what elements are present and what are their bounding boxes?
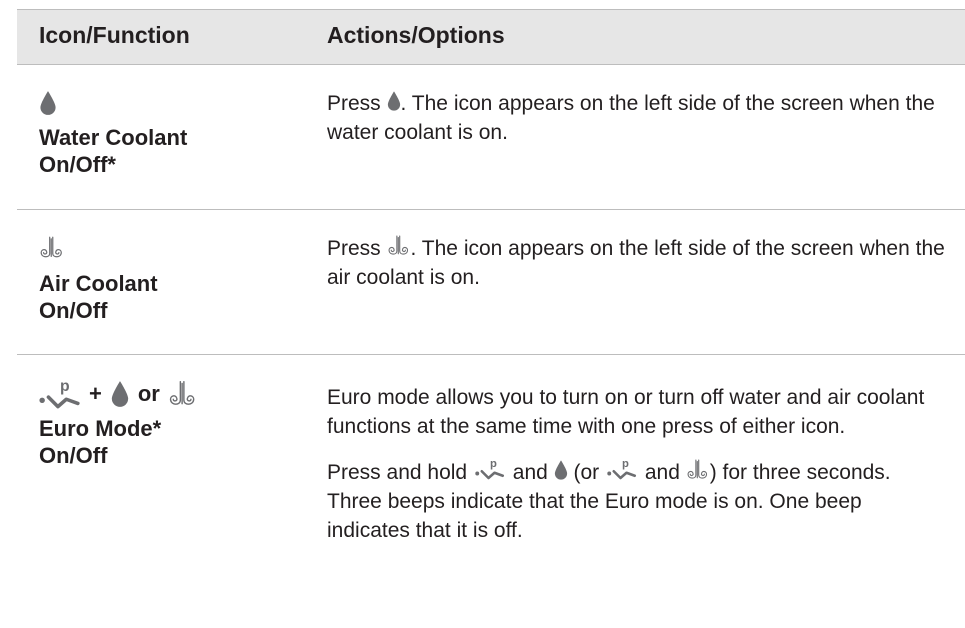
air-coolant-icon bbox=[39, 236, 65, 260]
air-coolant-icon bbox=[168, 380, 198, 408]
action-text: Euro mode allows you to turn on or turn … bbox=[327, 386, 925, 438]
euro-mode-icon-combo: + or bbox=[39, 377, 198, 411]
header-icon-function: Icon/Function bbox=[39, 22, 190, 48]
function-name: Air Coolant On/Off bbox=[39, 271, 158, 323]
action-text: Press and hold and (or and ) for three s… bbox=[327, 457, 947, 545]
air-coolant-icon bbox=[686, 459, 710, 481]
water-drop-icon bbox=[387, 90, 401, 112]
function-name: Euro Mode* On/Off bbox=[39, 416, 162, 468]
function-cell: Air Coolant On/Off bbox=[39, 236, 158, 324]
euro-mode-icon bbox=[605, 457, 639, 481]
or-label: or bbox=[137, 381, 160, 406]
euro-mode-icon bbox=[39, 377, 81, 411]
water-drop-icon bbox=[110, 380, 130, 408]
water-drop-icon bbox=[39, 90, 57, 116]
plus-sign: + bbox=[89, 381, 102, 406]
euro-mode-icon bbox=[473, 457, 507, 481]
function-cell: + or Euro Mode* On/Off bbox=[39, 377, 198, 469]
action-text: Press . The icon appears on the left sid… bbox=[327, 90, 935, 144]
header-actions-options: Actions/Options bbox=[327, 22, 505, 48]
table-row-air-coolant: Air Coolant On/Off Press . The icon appe… bbox=[17, 209, 965, 354]
coolant-functions-table: Icon/Function Actions/Options Water Cool… bbox=[17, 9, 965, 625]
table-row-water-coolant: Water Coolant On/Off* Press . The icon a… bbox=[17, 64, 965, 209]
air-coolant-icon bbox=[387, 235, 411, 257]
actions-cell: Press . The icon appears on the left sid… bbox=[327, 234, 947, 292]
table-header: Icon/Function Actions/Options bbox=[17, 9, 965, 64]
function-name: Water Coolant On/Off* bbox=[39, 125, 188, 177]
actions-cell: Press . The icon appears on the left sid… bbox=[327, 89, 947, 147]
actions-cell: Euro mode allows you to turn on or turn … bbox=[327, 383, 947, 545]
water-drop-icon bbox=[554, 459, 568, 481]
function-cell: Water Coolant On/Off* bbox=[39, 90, 187, 178]
table-row-euro-mode: + or Euro Mode* On/Off Euro mode allows … bbox=[17, 354, 965, 625]
action-text: Press . The icon appears on the left sid… bbox=[327, 235, 945, 289]
